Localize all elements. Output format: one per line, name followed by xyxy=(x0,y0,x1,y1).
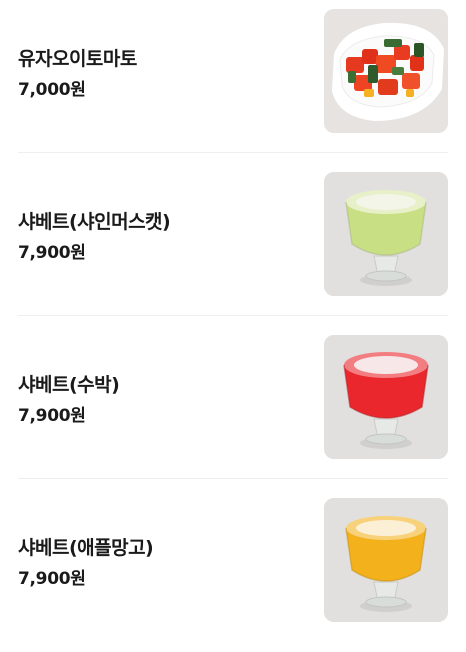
menu-item-image[interactable] xyxy=(324,172,448,296)
divider xyxy=(18,315,448,316)
salad-image-icon xyxy=(324,9,448,133)
menu-item-name: 샤베트(샤인머스캣) xyxy=(18,211,171,233)
menu-item-name: 샤베트(수박) xyxy=(18,374,120,396)
menu-item-price: 7,900원 xyxy=(18,406,86,426)
menu-item[interactable]: 유자오이토마토 7,000원 xyxy=(0,0,466,163)
menu-item-image[interactable] xyxy=(324,335,448,459)
menu-list: 유자오이토마토 7,000원 샤베트(샤인머스캣) 7,900원 샤베트(수박)… xyxy=(0,0,466,634)
menu-item-price: 7,000원 xyxy=(18,80,86,100)
menu-item[interactable]: 샤베트(샤인머스캣) 7,900원 xyxy=(0,163,466,326)
menu-item[interactable]: 샤베트(수박) 7,900원 xyxy=(0,326,466,489)
menu-item-name: 유자오이토마토 xyxy=(18,48,137,70)
menu-item-price: 7,900원 xyxy=(18,569,86,589)
sherbet-watermelon-image-icon xyxy=(324,335,448,459)
menu-item-image[interactable] xyxy=(324,9,448,133)
divider xyxy=(18,152,448,153)
divider xyxy=(18,478,448,479)
menu-item[interactable]: 샤베트(애플망고) 7,900원 xyxy=(0,489,466,652)
sherbet-shine-muscat-image-icon xyxy=(324,172,448,296)
sherbet-apple-mango-image-icon xyxy=(324,498,448,622)
menu-item-price: 7,900원 xyxy=(18,243,86,263)
menu-item-name: 샤베트(애플망고) xyxy=(18,537,154,559)
menu-item-image[interactable] xyxy=(324,498,448,622)
